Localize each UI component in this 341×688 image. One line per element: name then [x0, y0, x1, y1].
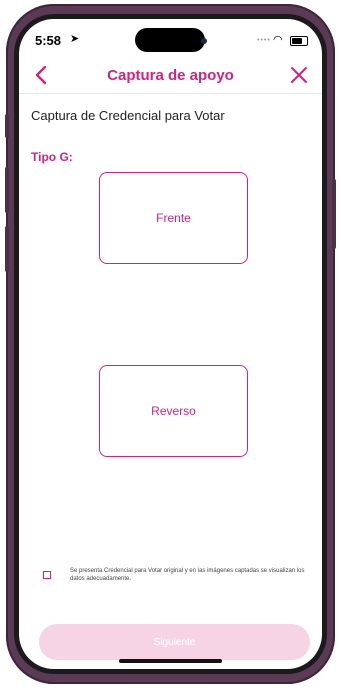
mute-switch [5, 114, 9, 138]
battery-icon [290, 36, 308, 46]
power-button [332, 179, 336, 249]
capture-back-label: Reverso [151, 404, 196, 418]
dynamic-island [135, 28, 205, 52]
wifi-icon: ◠ [273, 34, 283, 46]
camera-dot [201, 38, 207, 44]
close-icon[interactable] [289, 65, 309, 85]
consent-checkbox[interactable] [43, 571, 51, 579]
status-bar: 5:58 ➤ •••• ◠ [19, 19, 322, 61]
capture-front-button[interactable]: Frente [99, 172, 248, 264]
next-button[interactable]: Siguiente [39, 624, 310, 660]
credential-type-label: Tipo G: [31, 150, 73, 164]
page-title: Captura de apoyo [107, 67, 234, 84]
capture-front-label: Frente [156, 211, 191, 225]
consent-text: Se presenta Credencial para Votar origin… [70, 568, 305, 582]
screen: 5:58 ➤ •••• ◠ Captura de apoyo Captura d… [19, 19, 322, 669]
nav-bar: Captura de apoyo [19, 61, 322, 94]
signal-icon: •••• [257, 37, 271, 44]
location-arrow-icon: ➤ [70, 33, 80, 45]
status-time: 5:58 [35, 33, 62, 48]
volume-up-button [5, 167, 9, 213]
capture-back-button[interactable]: Reverso [99, 365, 248, 457]
section-heading: Captura de Credencial para Votar [31, 108, 225, 123]
home-indicator [119, 659, 222, 663]
volume-down-button [5, 226, 9, 272]
